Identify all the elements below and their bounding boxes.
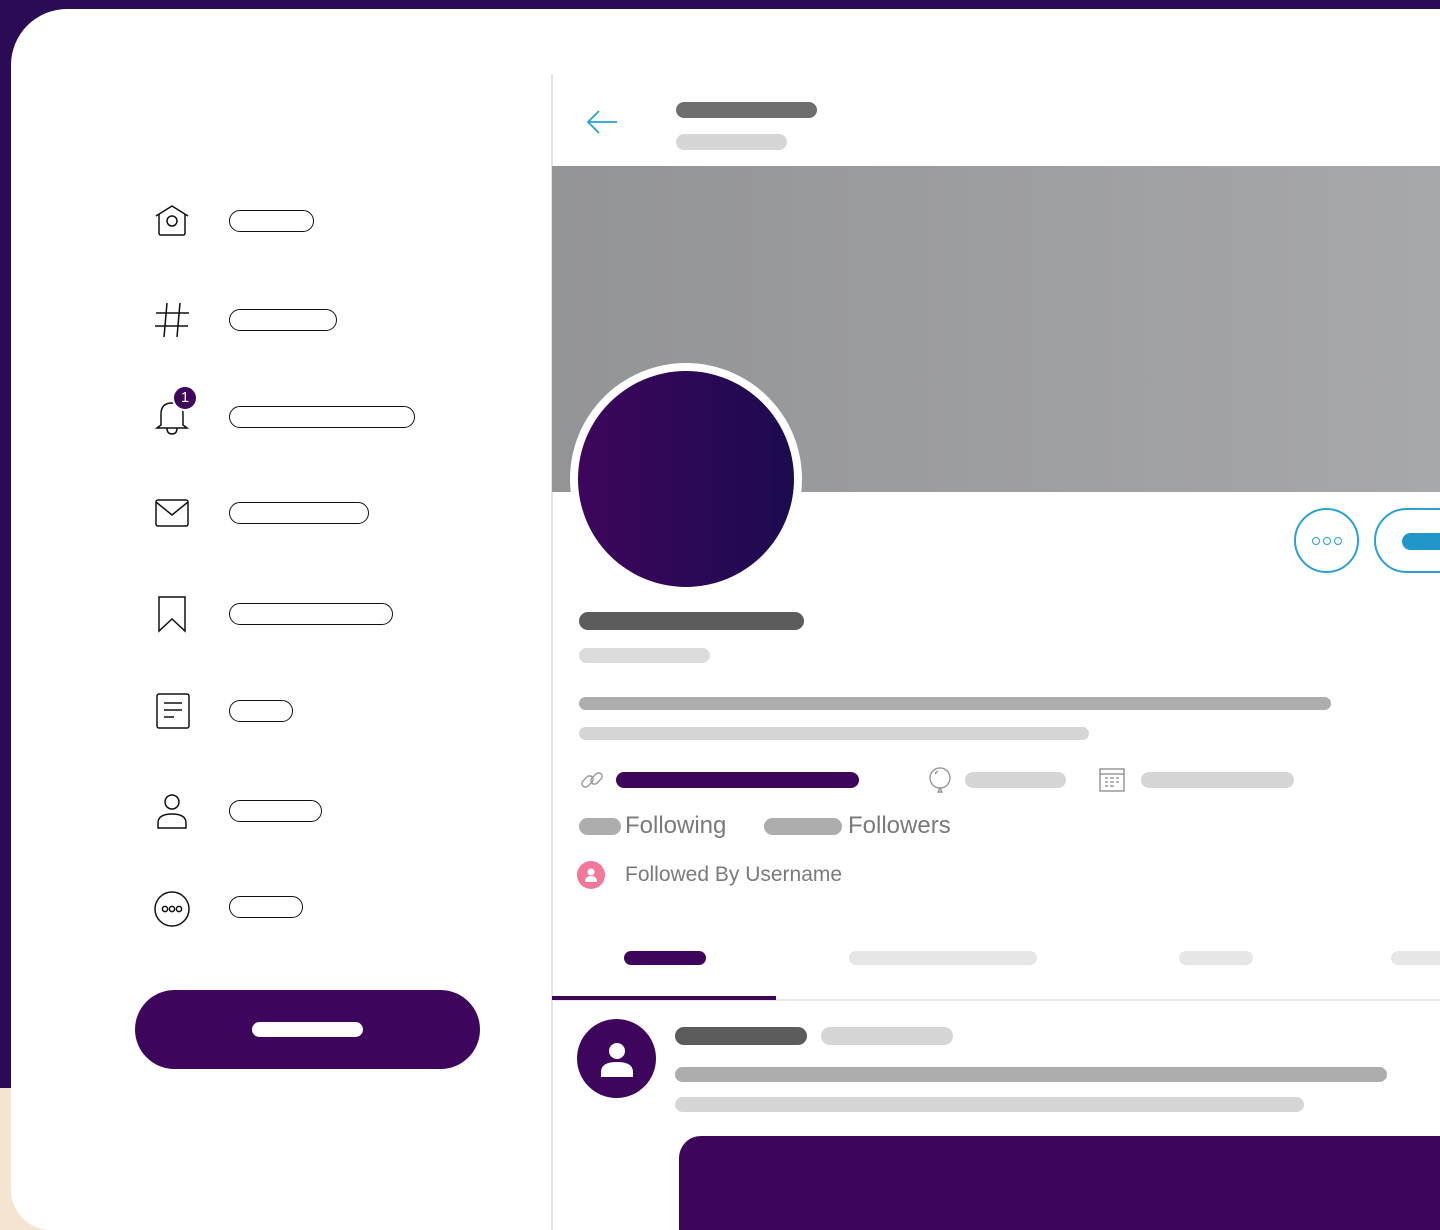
dot-icon bbox=[1322, 536, 1331, 545]
handle-placeholder bbox=[579, 648, 710, 663]
tab-media[interactable] bbox=[1179, 951, 1253, 965]
arrow-left-icon bbox=[586, 110, 617, 134]
birthday-placeholder bbox=[965, 772, 1066, 788]
sidebar-item-label bbox=[229, 210, 314, 232]
balloon-icon bbox=[926, 766, 954, 794]
post-author-placeholder bbox=[675, 1027, 807, 1045]
hashtag-icon bbox=[150, 298, 194, 342]
sidebar-item-home[interactable] bbox=[11, 199, 531, 259]
list-icon bbox=[150, 689, 194, 733]
followed-by-text[interactable]: Followed By Username bbox=[625, 863, 842, 887]
sidebar-item-label bbox=[229, 800, 322, 822]
more-options-button[interactable] bbox=[1294, 508, 1359, 573]
tab-tweets-replies[interactable] bbox=[849, 951, 1037, 965]
active-tab-indicator bbox=[552, 996, 776, 1000]
sidebar-item-label bbox=[229, 896, 303, 918]
calendar-icon bbox=[1098, 766, 1126, 794]
more-circle-icon bbox=[150, 885, 194, 929]
bookmark-icon bbox=[150, 592, 194, 636]
tweet-button[interactable] bbox=[135, 990, 480, 1069]
link-icon bbox=[578, 766, 606, 794]
sidebar-item-label bbox=[229, 309, 337, 331]
profile-name-placeholder bbox=[676, 102, 817, 118]
follower-avatar-icon bbox=[577, 861, 605, 889]
website-link[interactable] bbox=[616, 772, 859, 788]
sidebar-item-lists[interactable] bbox=[11, 689, 531, 749]
bio-line-2 bbox=[579, 727, 1089, 740]
sidebar-item-notifications[interactable]: 1 bbox=[11, 385, 531, 455]
joined-date-placeholder bbox=[1141, 772, 1294, 788]
app-window: 1 Following Followers Followed By Userna… bbox=[11, 9, 1440, 1230]
sidebar-item-bookmarks[interactable] bbox=[11, 592, 531, 652]
sidebar-item-profile[interactable] bbox=[11, 789, 531, 849]
post-handle-placeholder bbox=[821, 1027, 953, 1045]
tab-likes[interactable] bbox=[1391, 951, 1440, 965]
tweet-button-label bbox=[252, 1022, 363, 1037]
sidebar-item-explore[interactable] bbox=[11, 298, 531, 358]
sidebar-item-label bbox=[229, 406, 415, 428]
sidebar-item-label bbox=[229, 502, 369, 524]
back-button[interactable] bbox=[584, 106, 620, 138]
dot-icon bbox=[1311, 536, 1320, 545]
home-icon bbox=[150, 199, 194, 243]
bio-line-1 bbox=[579, 697, 1331, 710]
followers-link[interactable]: Followers bbox=[848, 812, 951, 840]
user-icon bbox=[600, 1042, 633, 1077]
post-text-line-2 bbox=[675, 1097, 1304, 1112]
tab-tweets[interactable] bbox=[624, 951, 706, 965]
sidebar-item-label bbox=[229, 603, 393, 625]
followers-count-placeholder bbox=[764, 818, 842, 835]
sidebar-item-messages[interactable] bbox=[11, 491, 531, 551]
following-link[interactable]: Following bbox=[625, 812, 726, 840]
sidebar-item-more[interactable] bbox=[11, 885, 531, 945]
post-text-line-1 bbox=[675, 1067, 1387, 1082]
profile-avatar[interactable] bbox=[578, 371, 794, 587]
notification-badge: 1 bbox=[172, 385, 198, 411]
dot-icon bbox=[1333, 536, 1342, 545]
follow-button-label bbox=[1402, 533, 1440, 550]
sidebar-item-label bbox=[229, 700, 293, 722]
post-avatar[interactable] bbox=[577, 1019, 656, 1098]
follow-button[interactable] bbox=[1374, 508, 1440, 573]
user-icon bbox=[150, 789, 194, 833]
display-name-placeholder bbox=[579, 612, 804, 630]
tweet-count-placeholder bbox=[676, 134, 787, 150]
post-media[interactable] bbox=[679, 1136, 1440, 1230]
mail-icon bbox=[150, 491, 194, 535]
following-count-placeholder bbox=[579, 818, 621, 835]
